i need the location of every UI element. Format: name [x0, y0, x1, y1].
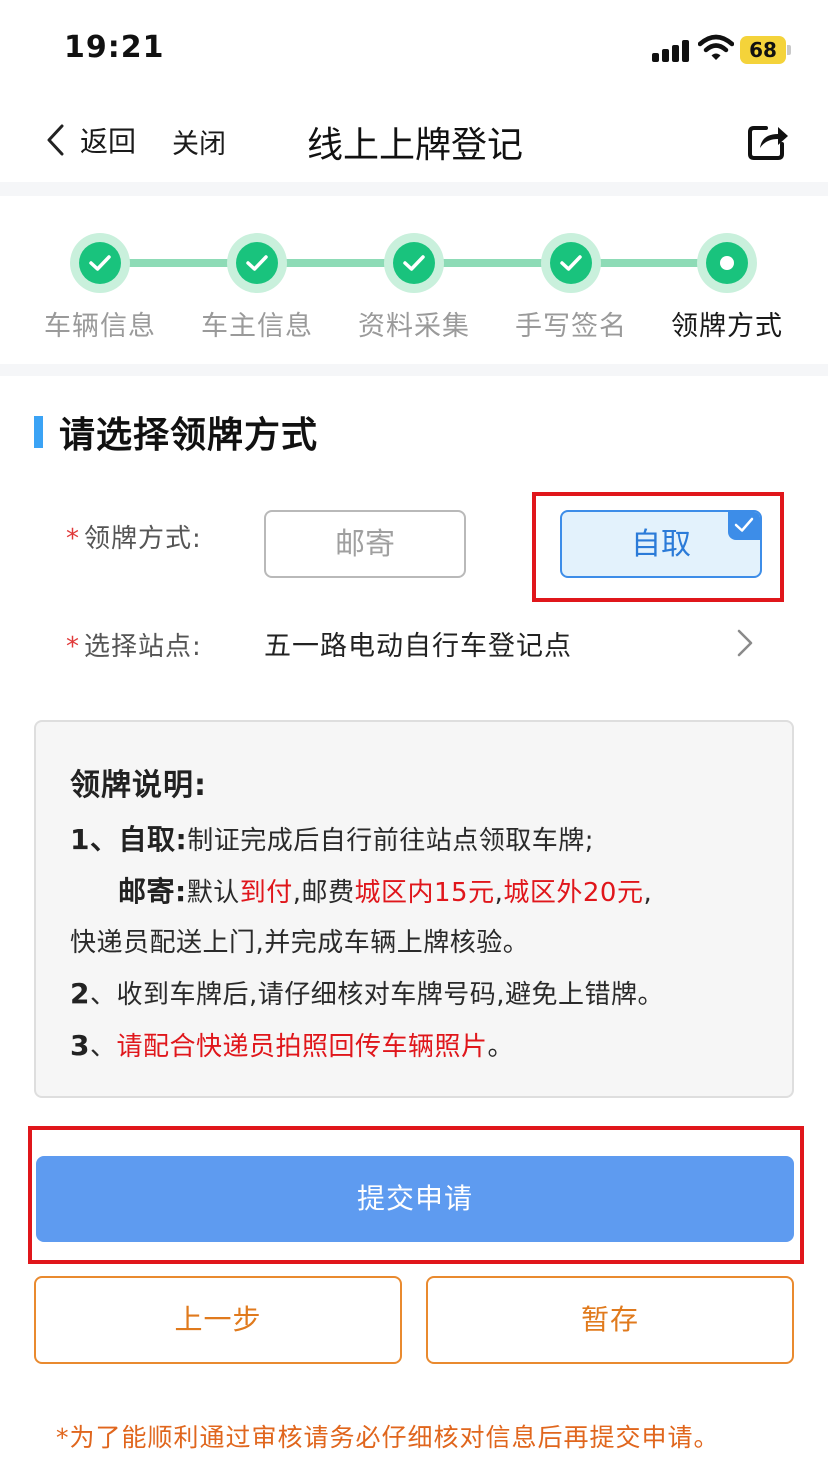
- plate-method-label-text: 领牌方式:: [84, 524, 202, 554]
- notice-line-2-b: ,邮费: [292, 878, 355, 908]
- notice-box: 领牌说明: 1、自取:制证完成后自行前往站点领取车牌; 邮寄:默认到付,邮费城区…: [34, 720, 794, 1098]
- notice-line-2-red1: 到付: [239, 878, 293, 908]
- status-bar: 19:21 68: [0, 0, 828, 100]
- step-done-indicator: [541, 233, 601, 293]
- step-label: 资料采集: [358, 311, 470, 342]
- station-label: * 选择站点:: [66, 626, 202, 663]
- notice-line-5-end: 。: [487, 1032, 515, 1062]
- page-title-text: 线上上牌登记: [306, 125, 523, 166]
- notice-title: 领牌说明:: [70, 768, 207, 803]
- share-icon[interactable]: [746, 120, 790, 162]
- submit-button[interactable]: 提交申请: [36, 1156, 794, 1242]
- battery-icon: 68: [740, 36, 792, 64]
- step-label: 车主信息: [201, 311, 313, 342]
- divider: [0, 364, 828, 376]
- notice-line-5-prefix: 3: [70, 1029, 90, 1062]
- notice-line-1-bold: 自取:: [118, 823, 188, 856]
- wifi-icon: [698, 34, 734, 60]
- option-self-pickup-label: 自取: [631, 527, 691, 562]
- step-label: 手写签名: [515, 311, 627, 342]
- check-icon: [734, 517, 754, 532]
- divider: [0, 182, 828, 196]
- required-mark: *: [66, 524, 80, 554]
- progress-stepper: 车辆信息 车主信息 资料采集 手写签名 领牌方式: [0, 196, 828, 364]
- notice-line-2-red2: 城区内15元: [354, 878, 495, 908]
- section-title: 请选择领牌方式: [59, 415, 319, 456]
- notice-line-4-prefix: 2: [70, 977, 90, 1010]
- step-done-indicator: [227, 233, 287, 293]
- notice-line-2: 邮寄:默认到付,邮费城区内15元,城区外20元,: [118, 870, 652, 910]
- notice-line-1-text: 制证完成后自行前往站点领取车牌;: [187, 826, 594, 856]
- step-signature: 手写签名: [491, 196, 651, 364]
- step-label: 车辆信息: [44, 311, 156, 342]
- page-title: 线上上牌登记: [0, 116, 828, 168]
- selected-corner-badge: [728, 512, 760, 540]
- notice-line-2-bold: 邮寄:: [118, 875, 187, 908]
- station-label-text: 选择站点:: [84, 632, 202, 662]
- check-icon: [560, 255, 582, 271]
- step-owner-info: 车主信息: [177, 196, 337, 364]
- step-label: 领牌方式: [671, 311, 783, 342]
- footer-note: *为了能顺利通过审核请务必仔细核对信息后再提交申请。: [56, 1423, 720, 1452]
- save-draft-button[interactable]: 暂存: [426, 1276, 794, 1364]
- nav-bar: 返回 关闭 线上上牌登记: [0, 100, 828, 182]
- notice-line-1: 1、自取:制证完成后自行前往站点领取车牌;: [70, 818, 594, 858]
- step-done-indicator: [384, 233, 444, 293]
- check-icon: [89, 255, 111, 271]
- notice-line-1-prefix: 1、: [70, 823, 119, 856]
- chevron-right-icon[interactable]: [736, 628, 754, 658]
- step-document-collection: 资料采集: [334, 196, 494, 364]
- notice-line-2-a: 默认: [186, 878, 240, 908]
- check-icon: [403, 255, 425, 271]
- battery-level: 68: [749, 38, 777, 62]
- cellular-signal-icon: [652, 40, 690, 62]
- required-mark: *: [66, 632, 80, 662]
- notice-line-4: 2、收到车牌后,请仔细核对车牌号码,避免上错牌。: [70, 974, 664, 1011]
- step-current-indicator: [697, 233, 757, 293]
- station-select[interactable]: 五一路电动自行车登记点: [264, 624, 572, 663]
- current-dot-icon: [720, 256, 734, 270]
- previous-step-button[interactable]: 上一步: [34, 1276, 402, 1364]
- section-accent-bar: [34, 416, 43, 448]
- notice-line-5: 3、请配合快递员拍照回传车辆照片。: [70, 1026, 514, 1063]
- notice-line-3: 快递员配送上门,并完成车辆上牌核验。: [70, 928, 530, 958]
- notice-line-4-text: 、收到车牌后,请仔细核对车牌号码,避免上错牌。: [89, 980, 665, 1010]
- step-plate-method: 领牌方式: [647, 196, 807, 364]
- notice-line-5-red: 请配合快递员拍照回传车辆照片: [116, 1032, 488, 1062]
- option-mail-button[interactable]: 邮寄: [264, 510, 466, 578]
- plate-method-label: * 领牌方式:: [66, 518, 202, 555]
- option-self-pickup-button[interactable]: 自取: [560, 510, 762, 578]
- notice-line-2-d: ,: [643, 878, 653, 908]
- step-vehicle-info: 车辆信息: [20, 196, 180, 364]
- check-icon: [246, 255, 268, 271]
- notice-line-2-red3: 城区外20元: [503, 878, 644, 908]
- status-time: 19:21: [64, 30, 165, 65]
- step-done-indicator: [70, 233, 130, 293]
- notice-line-5-sep: 、: [89, 1032, 117, 1062]
- section-header: 请选择领牌方式: [34, 410, 318, 456]
